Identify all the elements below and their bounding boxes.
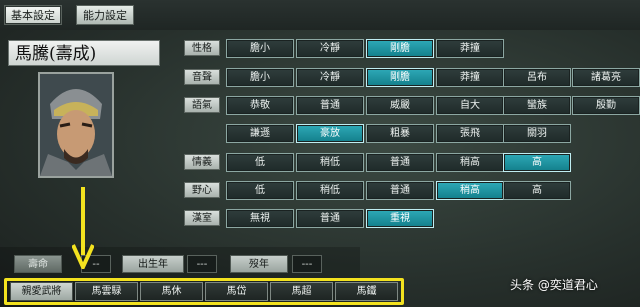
row-label: 語氣 xyxy=(184,97,220,113)
option-button[interactable]: 普通 xyxy=(366,153,434,172)
birth-year-value: --- xyxy=(187,255,217,273)
option-button[interactable]: 剛膽 xyxy=(366,68,434,87)
option-button[interactable]: 莽撞 xyxy=(436,39,504,58)
arrow-down-icon xyxy=(72,187,94,269)
option-button[interactable]: 高 xyxy=(503,181,571,200)
option-button[interactable]: 膽小 xyxy=(226,68,294,87)
option-button[interactable]: 恭敬 xyxy=(226,96,294,115)
option-button[interactable]: 普通 xyxy=(296,209,364,228)
tab-ability-settings[interactable]: 能力設定 xyxy=(76,5,134,25)
birth-year-label: 出生年 xyxy=(122,255,184,273)
option-button[interactable]: 關羽 xyxy=(503,124,571,143)
option-button[interactable]: 自大 xyxy=(436,96,504,115)
option-button[interactable]: 稍高 xyxy=(436,153,504,172)
option-button[interactable]: 莽撞 xyxy=(436,68,504,87)
character-name: 馬騰(壽成) xyxy=(8,40,160,66)
option-button[interactable]: 張飛 xyxy=(436,124,504,143)
option-button[interactable]: 冷靜 xyxy=(296,68,364,87)
death-year-label: 歿年 xyxy=(230,255,288,273)
option-button[interactable]: 諸葛亮 xyxy=(572,68,640,87)
option-button[interactable]: 低 xyxy=(226,181,294,200)
death-year-value: --- xyxy=(292,255,322,273)
option-button[interactable]: 普通 xyxy=(296,96,364,115)
option-button[interactable]: 膽小 xyxy=(226,39,294,58)
tab-basic-settings[interactable]: 基本設定 xyxy=(4,5,62,25)
option-button[interactable]: 普通 xyxy=(366,181,434,200)
option-button[interactable]: 稍高 xyxy=(436,181,504,200)
option-button[interactable]: 謙遜 xyxy=(226,124,294,143)
option-button[interactable]: 高 xyxy=(503,153,571,172)
option-button[interactable]: 粗暴 xyxy=(366,124,434,143)
row-label: 野心 xyxy=(184,182,220,198)
option-button[interactable]: 蠻族 xyxy=(503,96,571,115)
character-portrait xyxy=(38,72,114,178)
option-button[interactable]: 低 xyxy=(226,153,294,172)
option-button[interactable]: 呂布 xyxy=(503,68,571,87)
row-label: 情義 xyxy=(184,154,220,170)
watermark: 头条 @奕道君心 xyxy=(510,278,598,292)
option-button[interactable]: 冷靜 xyxy=(296,39,364,58)
option-button[interactable]: 殷勤 xyxy=(572,96,640,115)
option-button[interactable]: 豪放 xyxy=(296,124,364,143)
row-label: 音聲 xyxy=(184,69,220,85)
option-button[interactable]: 稍低 xyxy=(296,181,364,200)
row-label: 性格 xyxy=(184,40,220,56)
highlight-box xyxy=(4,278,404,305)
option-button[interactable]: 稍低 xyxy=(296,153,364,172)
option-button[interactable]: 剛膽 xyxy=(366,39,434,58)
lifespan-label: 壽命 xyxy=(14,255,62,273)
row-label: 漢室 xyxy=(184,210,220,226)
option-button[interactable]: 重視 xyxy=(366,209,434,228)
option-button[interactable]: 威嚴 xyxy=(366,96,434,115)
option-button[interactable]: 無視 xyxy=(226,209,294,228)
top-tab-bar: 基本設定 能力設定 xyxy=(0,0,640,30)
